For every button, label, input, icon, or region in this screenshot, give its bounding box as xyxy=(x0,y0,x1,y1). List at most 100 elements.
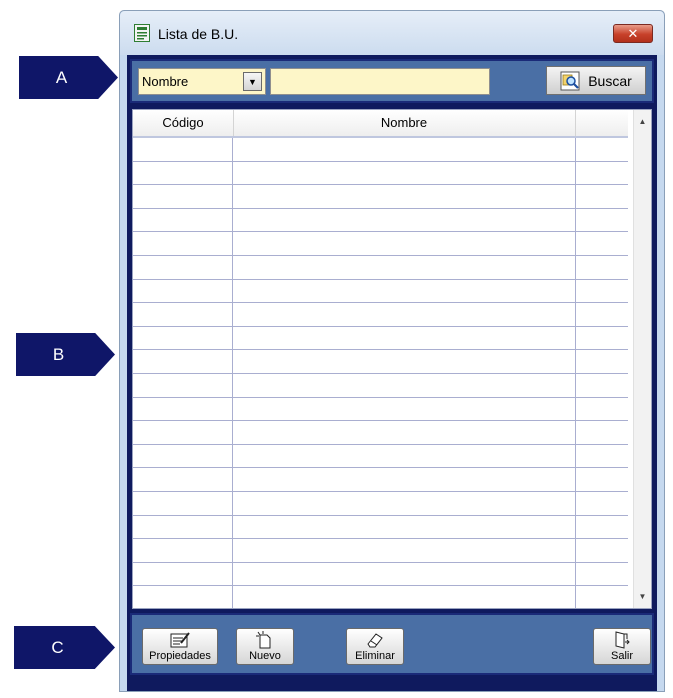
cell-codigo[interactable] xyxy=(133,326,233,350)
cell-codigo[interactable] xyxy=(133,232,233,255)
results-grid: Código Nombre ▲ ▼ xyxy=(132,109,652,609)
table-row[interactable] xyxy=(133,185,628,209)
cell-extra[interactable] xyxy=(576,516,628,539)
cell-extra[interactable] xyxy=(576,303,628,326)
column-header-nombre[interactable]: Nombre xyxy=(233,110,576,136)
table-row[interactable] xyxy=(133,421,628,445)
cell-codigo[interactable] xyxy=(133,208,233,232)
callout-a: A xyxy=(19,56,118,99)
cell-extra[interactable] xyxy=(576,374,628,397)
cell-codigo[interactable] xyxy=(133,303,233,326)
table-row[interactable] xyxy=(133,515,628,540)
cell-nombre[interactable] xyxy=(233,350,576,373)
cell-extra[interactable] xyxy=(576,398,628,421)
cell-nombre[interactable] xyxy=(233,279,576,303)
table-row[interactable] xyxy=(133,255,628,280)
scroll-down-icon[interactable]: ▼ xyxy=(634,588,651,605)
cell-extra[interactable] xyxy=(576,492,628,515)
cell-codigo[interactable] xyxy=(133,350,233,373)
cell-nombre[interactable] xyxy=(233,539,576,562)
table-row[interactable] xyxy=(133,397,628,422)
table-row[interactable] xyxy=(133,350,628,374)
cell-extra[interactable] xyxy=(576,445,628,468)
table-row[interactable] xyxy=(133,161,628,186)
cell-extra[interactable] xyxy=(576,256,628,279)
window-title: Lista de B.U. xyxy=(158,26,239,42)
cell-nombre[interactable] xyxy=(233,444,576,468)
cell-nombre[interactable] xyxy=(233,421,576,444)
cell-extra[interactable] xyxy=(576,280,628,303)
table-row[interactable] xyxy=(133,491,628,516)
table-row[interactable] xyxy=(133,444,628,469)
properties-button[interactable]: Propiedades xyxy=(142,628,218,665)
cell-codigo[interactable] xyxy=(133,515,233,539)
cell-nombre[interactable] xyxy=(233,138,576,161)
cell-codigo[interactable] xyxy=(133,444,233,468)
delete-button[interactable]: Eliminar xyxy=(346,628,404,665)
table-row[interactable] xyxy=(133,279,628,304)
cell-extra[interactable] xyxy=(576,162,628,185)
cell-nombre[interactable] xyxy=(233,185,576,208)
cell-codigo[interactable] xyxy=(133,138,233,161)
cell-nombre[interactable] xyxy=(233,562,576,586)
cell-codigo[interactable] xyxy=(133,279,233,303)
cell-extra[interactable] xyxy=(576,586,628,608)
close-button[interactable]: ✕ xyxy=(613,24,653,43)
scroll-up-icon[interactable]: ▲ xyxy=(634,113,651,130)
cell-nombre[interactable] xyxy=(233,491,576,515)
search-input[interactable] xyxy=(270,68,490,95)
cell-extra[interactable] xyxy=(576,563,628,586)
cell-codigo[interactable] xyxy=(133,373,233,397)
table-row[interactable] xyxy=(133,562,628,587)
cell-nombre[interactable] xyxy=(233,208,576,232)
cell-nombre[interactable] xyxy=(233,373,576,397)
search-button[interactable]: Buscar xyxy=(546,66,646,95)
cell-nombre[interactable] xyxy=(233,515,576,539)
action-toolbar: Propiedades Nuevo Eliminar Salir xyxy=(130,613,654,675)
table-row[interactable] xyxy=(133,468,628,492)
grid-body xyxy=(133,138,628,608)
dropdown-arrow-icon[interactable]: ▼ xyxy=(243,72,262,91)
cell-codigo[interactable] xyxy=(133,491,233,515)
cell-extra[interactable] xyxy=(576,468,628,491)
cell-nombre[interactable] xyxy=(233,232,576,255)
cell-nombre[interactable] xyxy=(233,255,576,279)
cell-extra[interactable] xyxy=(576,539,628,562)
table-row[interactable] xyxy=(133,539,628,563)
cell-codigo[interactable] xyxy=(133,397,233,421)
cell-nombre[interactable] xyxy=(233,326,576,350)
new-button[interactable]: Nuevo xyxy=(236,628,294,665)
cell-extra[interactable] xyxy=(576,185,628,208)
exit-button[interactable]: Salir xyxy=(593,628,651,665)
table-row[interactable] xyxy=(133,208,628,233)
cell-codigo[interactable] xyxy=(133,255,233,279)
cell-codigo[interactable] xyxy=(133,562,233,586)
table-row[interactable] xyxy=(133,586,628,608)
cell-codigo[interactable] xyxy=(133,421,233,444)
cell-codigo[interactable] xyxy=(133,185,233,208)
table-row[interactable] xyxy=(133,303,628,327)
cell-extra[interactable] xyxy=(576,421,628,444)
cell-codigo[interactable] xyxy=(133,468,233,491)
table-row[interactable] xyxy=(133,373,628,398)
cell-codigo[interactable] xyxy=(133,539,233,562)
search-field-select[interactable]: Nombre ▼ xyxy=(138,68,266,95)
cell-codigo[interactable] xyxy=(133,161,233,185)
cell-codigo[interactable] xyxy=(133,586,233,608)
cell-nombre[interactable] xyxy=(233,468,576,491)
cell-extra[interactable] xyxy=(576,327,628,350)
table-row[interactable] xyxy=(133,138,628,162)
cell-extra[interactable] xyxy=(576,232,628,255)
grid-header: Código Nombre xyxy=(133,110,628,138)
cell-extra[interactable] xyxy=(576,350,628,373)
table-row[interactable] xyxy=(133,232,628,256)
table-row[interactable] xyxy=(133,326,628,351)
vertical-scrollbar[interactable]: ▲ ▼ xyxy=(633,110,651,608)
cell-nombre[interactable] xyxy=(233,161,576,185)
cell-nombre[interactable] xyxy=(233,397,576,421)
cell-extra[interactable] xyxy=(576,209,628,232)
column-header-codigo[interactable]: Código xyxy=(133,110,234,136)
cell-extra[interactable] xyxy=(576,138,628,161)
cell-nombre[interactable] xyxy=(233,586,576,608)
cell-nombre[interactable] xyxy=(233,303,576,326)
